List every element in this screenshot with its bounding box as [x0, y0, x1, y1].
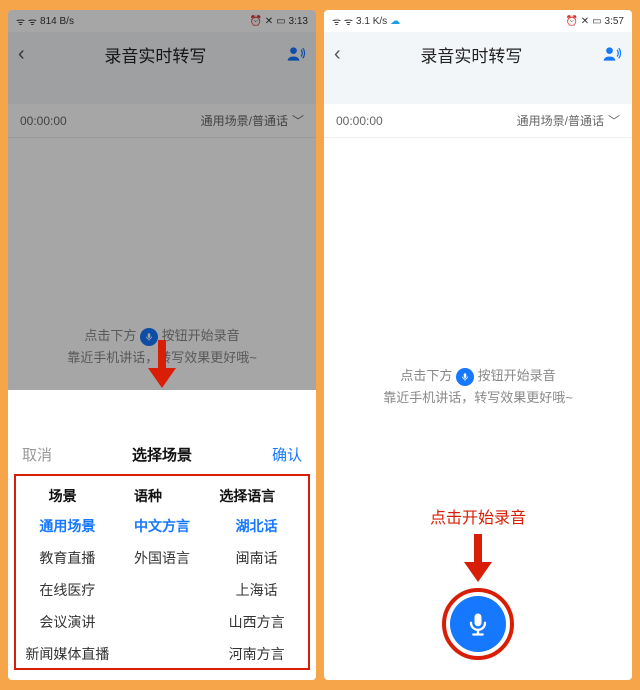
clock: 3:13 — [289, 16, 308, 27]
net-speed: 3.1 K/s — [356, 16, 387, 27]
vibrate-icon: ⏰ ✕ — [565, 16, 589, 27]
lang-option-selected[interactable]: 湖北话 — [236, 516, 278, 536]
lang-option[interactable]: 河南方言 — [229, 644, 285, 664]
voice-profile-icon[interactable] — [602, 44, 622, 64]
col-head-lang-kind: 语种 — [134, 486, 162, 506]
cloud-icon: ☁ — [390, 16, 400, 27]
scene-summary: 通用场景/普通话 — [517, 112, 604, 129]
hint-part-a: 点击下方 — [400, 368, 452, 383]
col-head-lang: 选择语言 — [219, 486, 275, 506]
mic-icon — [464, 610, 492, 638]
scene-option[interactable]: 会议演讲 — [39, 612, 95, 632]
status-bar: ᯤ ᯤ 3.1 K/s ☁ ⏰ ✕ ▭ 3:57 — [324, 10, 632, 32]
status-left: ᯤ ᯤ 814 B/s — [16, 14, 74, 28]
lang-kind-option-selected[interactable]: 中文方言 — [134, 516, 190, 536]
timer: 00:00:00 — [20, 114, 67, 128]
scene-option-selected[interactable]: 通用场景 — [39, 516, 95, 536]
record-button-highlight — [442, 588, 514, 660]
hint-part-b: 按钮开始录音 — [162, 328, 240, 343]
phone-left: ᯤ ᯤ 814 B/s ⏰ ✕ ▭ 3:13 ‹ 录音实时转写 00:00:00… — [8, 10, 316, 680]
scene-column[interactable]: 通用场景 教育直播 在线医疗 会议演讲 新闻媒体直播 — [20, 516, 115, 664]
cancel-button[interactable]: 取消 — [22, 444, 52, 465]
vibrate-icon: ⏰ ✕ — [249, 16, 273, 27]
lang-option[interactable]: 山西方言 — [229, 612, 285, 632]
net-speed: 814 B/s — [40, 16, 74, 27]
status-right: ⏰ ✕ ▭ 3:13 — [249, 16, 308, 27]
spacer — [8, 76, 316, 104]
signal-icon: ᯤ ᯤ — [16, 14, 37, 28]
record-callout: 点击开始录音 — [324, 504, 632, 660]
page-title: 录音实时转写 — [341, 42, 602, 67]
voice-profile-icon[interactable] — [286, 44, 306, 64]
clock: 3:57 — [605, 16, 624, 27]
spacer — [324, 76, 632, 104]
col-head-scene: 场景 — [49, 486, 77, 506]
scene-option[interactable]: 在线医疗 — [39, 580, 95, 600]
hint-part-a: 点击下方 — [84, 328, 136, 343]
hint-part-b: 按钮开始录音 — [478, 368, 556, 383]
lang-kind-column[interactable]: 中文方言 外国语言 — [115, 516, 210, 664]
annotation-arrow — [151, 340, 173, 388]
status-right: ⏰ ✕ ▭ 3:57 — [565, 16, 624, 27]
hint-text: 点击下方 按钮开始录音 靠近手机讲话，转写效果更好哦~ — [324, 365, 632, 409]
battery-icon: ▭ — [592, 16, 601, 27]
record-info-bar: 00:00:00 通用场景/普通话 ﹀ — [8, 104, 316, 138]
status-left: ᯤ ᯤ 3.1 K/s ☁ — [332, 14, 400, 28]
scene-selector[interactable]: 通用场景/普通话 ﹀ — [517, 112, 620, 129]
confirm-button[interactable]: 确认 — [272, 444, 302, 465]
scene-option[interactable]: 新闻媒体直播 — [25, 644, 109, 664]
picker-highlight-box: 场景 语种 选择语言 通用场景 教育直播 在线医疗 会议演讲 新闻媒体直播 中文… — [14, 474, 310, 670]
sheet-title: 选择场景 — [132, 444, 192, 465]
scene-selector[interactable]: 通用场景/普通话 ﹀ — [201, 112, 304, 129]
lang-option[interactable]: 上海话 — [236, 580, 278, 600]
battery-icon: ▭ — [276, 16, 285, 27]
back-button[interactable]: ‹ — [334, 43, 341, 66]
record-button[interactable] — [450, 596, 506, 652]
phone-right: ᯤ ᯤ 3.1 K/s ☁ ⏰ ✕ ▭ 3:57 ‹ 录音实时转写 00:00:… — [324, 10, 632, 680]
back-button[interactable]: ‹ — [18, 43, 25, 66]
scene-picker-sheet: 取消 选择场景 确认 场景 语种 选择语言 通用场景 教育直播 在线医疗 会议演… — [8, 434, 316, 680]
scene-option[interactable]: 教育直播 — [39, 548, 95, 568]
signal-icon: ᯤ ᯤ — [332, 14, 353, 28]
scene-summary: 通用场景/普通话 — [201, 112, 288, 129]
hint-line-2: 靠近手机讲话，转写效果更好哦~ — [324, 387, 632, 409]
annotation-arrow — [467, 534, 489, 582]
lang-kind-option[interactable]: 外国语言 — [134, 548, 190, 568]
timer: 00:00:00 — [336, 114, 383, 128]
record-callout-label: 点击开始录音 — [430, 504, 526, 528]
lang-column[interactable]: 湖北话 闽南话 上海话 山西方言 河南方言 — [209, 516, 304, 664]
record-info-bar: 00:00:00 通用场景/普通话 ﹀ — [324, 104, 632, 138]
navbar: ‹ 录音实时转写 — [8, 32, 316, 76]
page-title: 录音实时转写 — [25, 42, 286, 67]
chevron-down-icon: ﹀ — [292, 112, 304, 129]
lang-option[interactable]: 闽南话 — [236, 548, 278, 568]
navbar: ‹ 录音实时转写 — [324, 32, 632, 76]
mic-icon — [456, 368, 474, 386]
chevron-down-icon: ﹀ — [608, 112, 620, 129]
status-bar: ᯤ ᯤ 814 B/s ⏰ ✕ ▭ 3:13 — [8, 10, 316, 32]
